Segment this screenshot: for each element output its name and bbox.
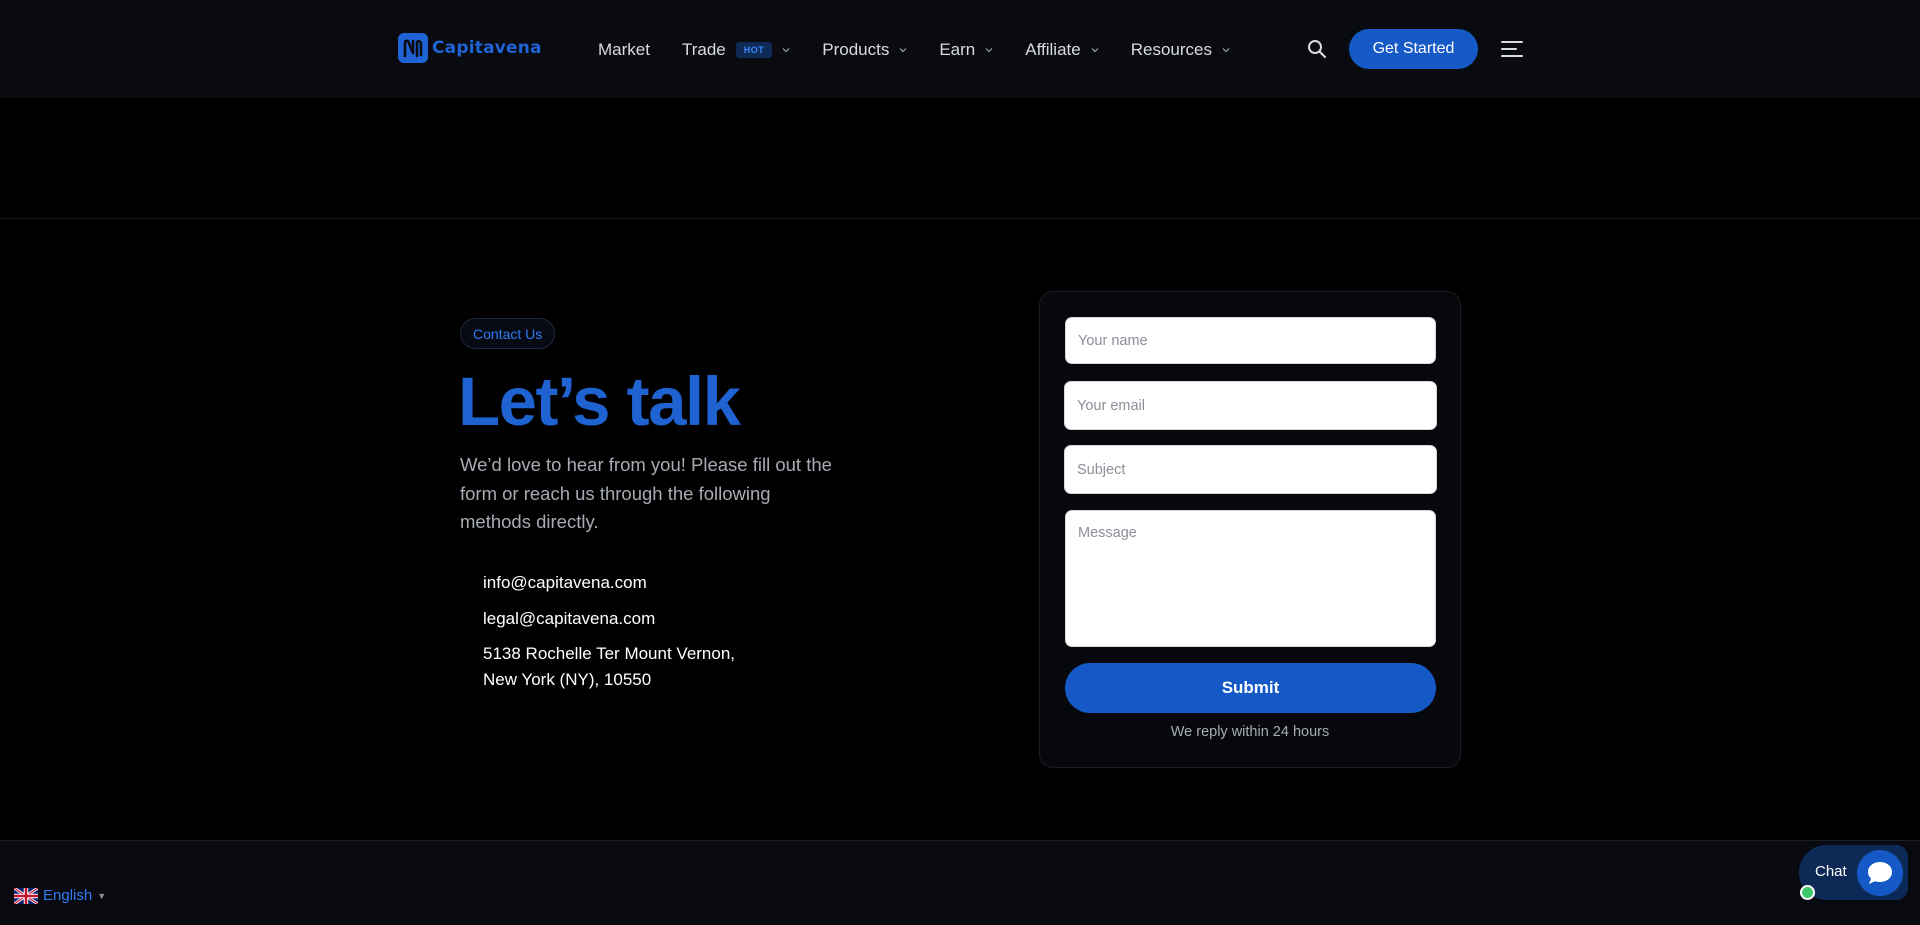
site-header: Capitavena Market Trade HOT Products Ear… <box>0 0 1920 98</box>
submit-button[interactable]: Submit <box>1065 663 1436 713</box>
address-line-1: 5138 Rochelle Ter Mount Vernon, <box>483 644 736 663</box>
search-icon[interactable] <box>1306 38 1328 60</box>
online-status-dot <box>1800 885 1815 900</box>
capitavena-logo-icon <box>398 33 428 63</box>
reply-time-note: We reply within 24 hours <box>1170 724 1330 740</box>
chat-label: Chat <box>1815 863 1847 880</box>
address: 5138 Rochelle Ter Mount Vernon, New York… <box>483 641 735 693</box>
chevron-down-icon <box>985 48 993 53</box>
nav-item-label: Earn <box>939 40 976 59</box>
address-line-2: New York (NY), 10550 <box>483 670 652 689</box>
nav-item-label: Market <box>598 40 650 59</box>
get-started-button[interactable]: Get Started <box>1349 29 1478 69</box>
nav-item-label: Affiliate <box>1025 40 1081 59</box>
nav-item-products[interactable]: Products <box>822 40 907 60</box>
hamburger-menu-icon[interactable] <box>1500 38 1524 60</box>
contact-intro-text: We’d love to hear from you! Please fill … <box>460 454 832 532</box>
language-label: English <box>43 887 93 904</box>
nav-item-affiliate[interactable]: Affiliate <box>1025 40 1099 60</box>
nav-item-label: Trade <box>681 40 726 59</box>
chat-widget[interactable]: Chat <box>1799 845 1908 900</box>
nav-item-earn[interactable]: Earn <box>939 40 993 60</box>
nav-item-label: Products <box>822 40 890 59</box>
legal-email-link[interactable]: legal@capitavena.com <box>483 606 655 632</box>
hot-badge: HOT <box>735 42 773 58</box>
chevron-down-icon <box>899 48 907 53</box>
chat-bubble-icon[interactable] <box>1857 850 1903 896</box>
subject-input[interactable] <box>1064 445 1437 494</box>
language-selector[interactable]: English ▼ <box>14 887 106 904</box>
main-nav: Market Trade HOT Products Earn Affiliate… <box>598 30 1262 70</box>
nav-item-resources[interactable]: Resources <box>1131 40 1230 60</box>
message-textarea[interactable] <box>1065 510 1436 647</box>
uk-flag-icon <box>14 887 38 904</box>
caret-down-icon: ▼ <box>97 890 107 901</box>
nav-item-trade[interactable]: Trade HOT <box>682 40 790 60</box>
contact-form: Submit We reply within 24 hours <box>1039 291 1461 768</box>
section-divider <box>0 218 1920 219</box>
chevron-down-icon <box>1222 48 1230 53</box>
email-input[interactable] <box>1064 381 1437 430</box>
contact-us-tag: Contact Us <box>460 318 556 349</box>
primary-email-link[interactable]: info@capitavena.com <box>483 570 647 596</box>
chevron-down-icon <box>1091 48 1099 53</box>
chevron-down-icon <box>782 48 790 53</box>
name-input[interactable] <box>1065 317 1436 364</box>
nav-item-market[interactable]: Market <box>598 40 650 60</box>
page-title: Let’s talk <box>458 363 741 440</box>
brand-name: Capitavena <box>432 38 542 58</box>
nav-item-label: Resources <box>1130 40 1212 59</box>
footer <box>0 841 1920 925</box>
brand-logo[interactable]: Capitavena <box>398 33 542 63</box>
